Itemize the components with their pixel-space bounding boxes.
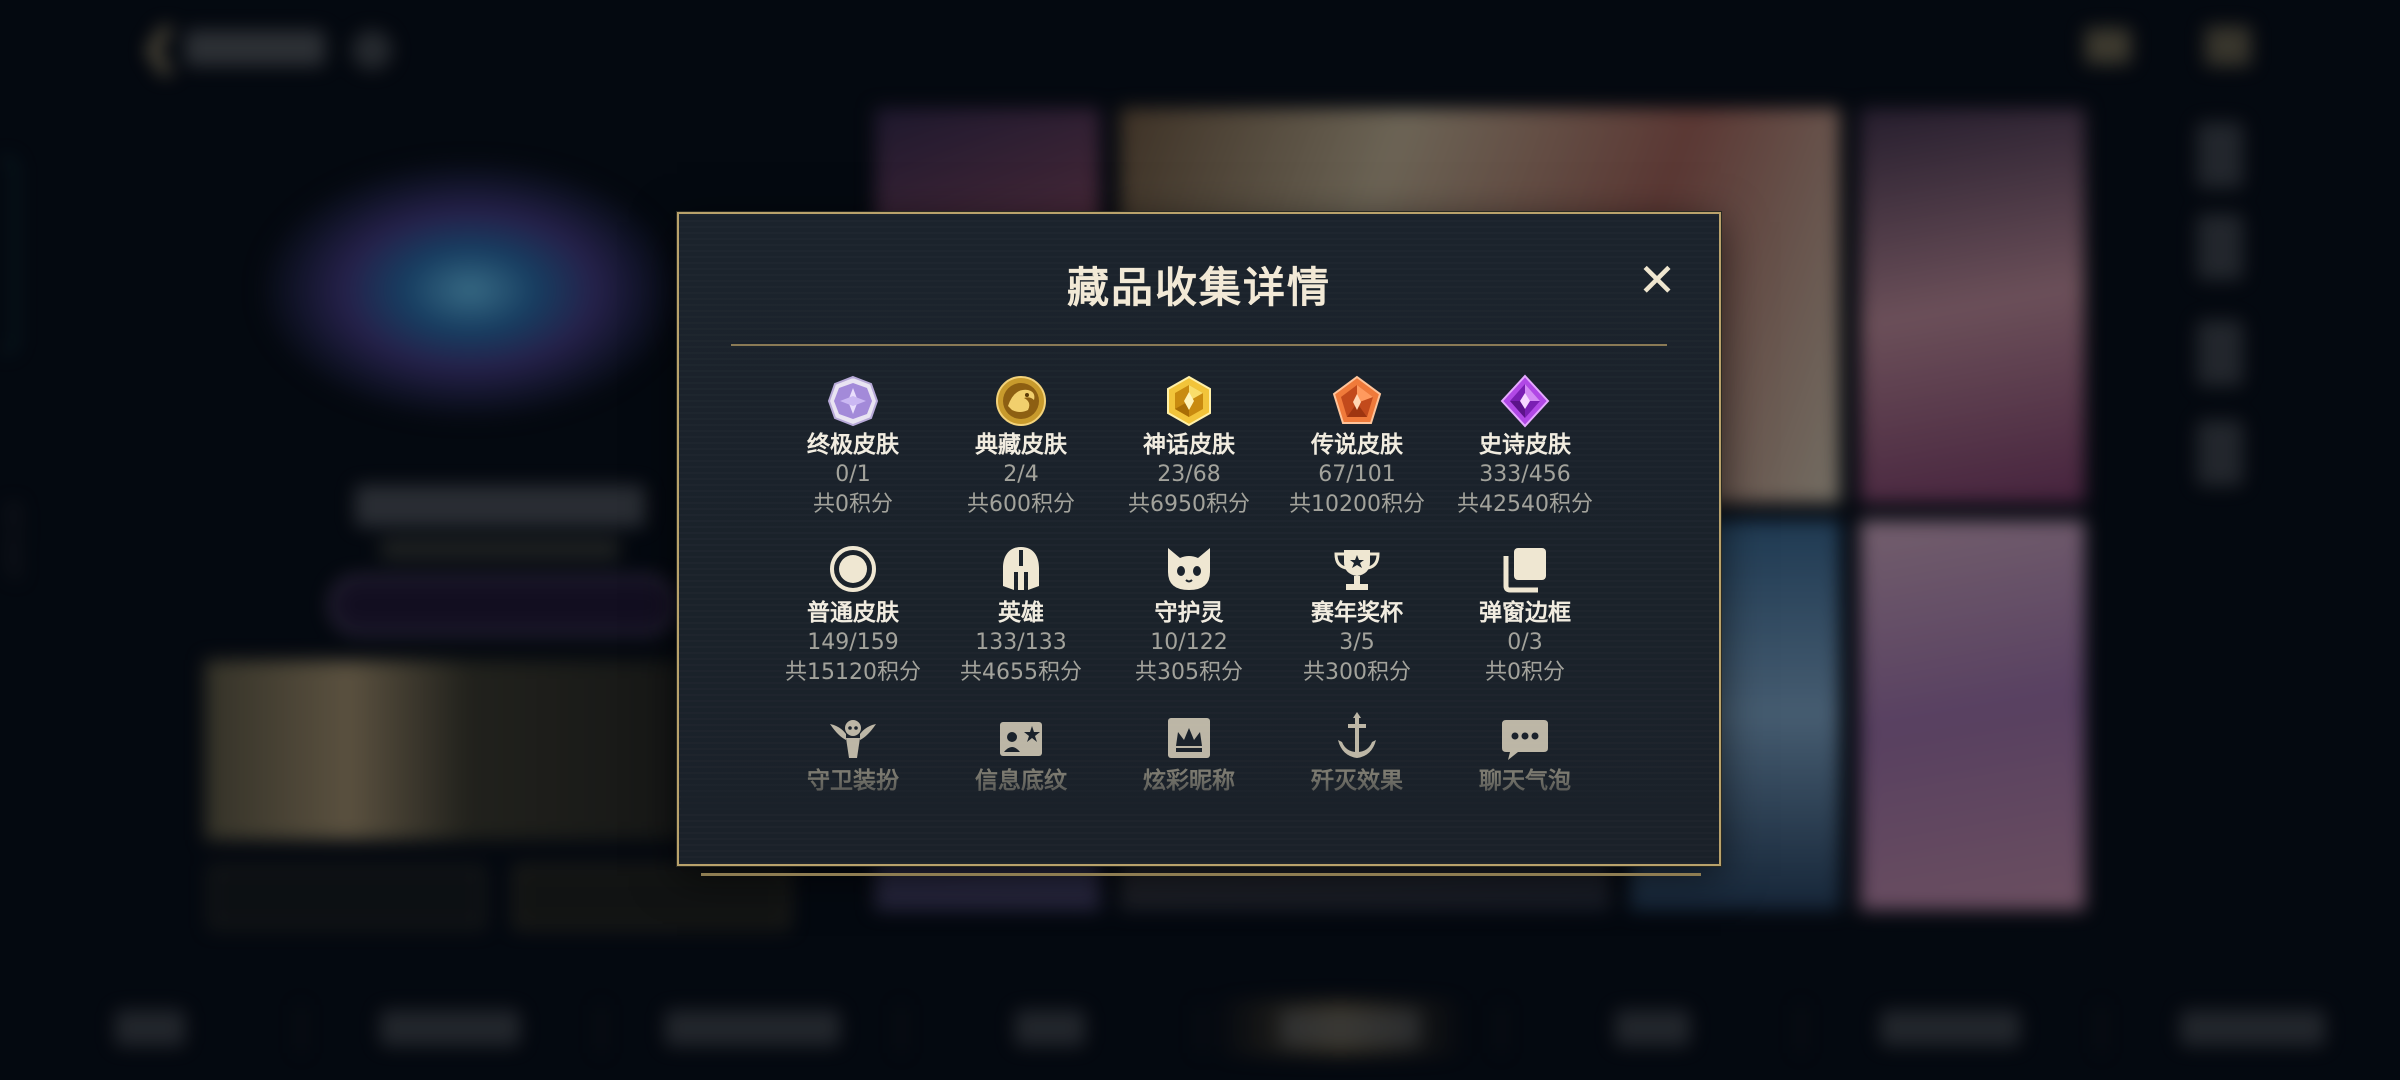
item-name: 赛年奖杯 (1311, 600, 1403, 626)
item-count: 0/3 (1507, 630, 1543, 655)
mythic-skin-icon (1167, 375, 1211, 427)
collection-item-collector-skin[interactable]: 典藏皮肤 2/4 共600积分 (937, 374, 1105, 524)
item-points: 共4655积分 (960, 660, 1082, 685)
item-name: 典藏皮肤 (975, 432, 1067, 458)
collection-item-legendary-skin[interactable]: 传说皮肤 67/101 共10200积分 (1273, 374, 1441, 524)
item-name: 传说皮肤 (1311, 432, 1403, 458)
item-points: 共300积分 (1303, 660, 1411, 685)
collection-item-ultimate-skin[interactable]: 终极皮肤 0/1 共0积分 (769, 374, 937, 524)
item-name: 英雄 (998, 600, 1044, 626)
dialog-title: 藏品收集详情 (1066, 263, 1331, 312)
item-count: 2/4 (1003, 462, 1039, 487)
hero-helmet-icon (1003, 547, 1039, 590)
chat-bubble-icon (1502, 720, 1548, 760)
scroll-fade (681, 774, 1717, 814)
screen: ❮ 3672447 藏品收集详情 ✕ 终极皮肤 0/1 共0积分 典藏皮肤 2/… (0, 0, 2400, 1080)
item-count: 0/1 (835, 462, 871, 487)
item-points: 共0积分 (813, 492, 893, 517)
colorful-nickname-icon (1168, 718, 1210, 758)
collection-item-epic-skin[interactable]: 史诗皮肤 333/456 共42540积分 (1441, 374, 1609, 524)
item-points: 共15120积分 (785, 660, 921, 685)
collection-item-mythic-skin[interactable]: 神话皮肤 23/68 共6950积分 (1105, 374, 1273, 524)
item-name: 守护灵 (1154, 600, 1224, 626)
epic-skin-icon (1500, 374, 1550, 428)
ultimate-skin-icon (827, 375, 879, 427)
item-points: 共10200积分 (1289, 492, 1425, 517)
guard-outfit-icon (830, 720, 876, 758)
guardian-spirit-icon (1168, 548, 1210, 590)
trophy-icon (1334, 550, 1380, 590)
item-points: 共0积分 (1485, 660, 1565, 685)
item-points: 共600积分 (967, 492, 1075, 517)
collection-item-season-trophy[interactable]: 赛年奖杯 3/5 共300积分 (1273, 542, 1441, 692)
item-points: 共305积分 (1135, 660, 1243, 685)
item-count: 149/159 (807, 630, 899, 655)
collection-item-popup-frame[interactable]: 弹窗边框 0/3 共0积分 (1441, 542, 1609, 692)
item-count: 67/101 (1318, 462, 1396, 487)
item-points: 共42540积分 (1457, 492, 1593, 517)
item-count: 333/456 (1479, 462, 1571, 487)
info-background-icon (1000, 722, 1042, 756)
item-count: 23/68 (1157, 462, 1221, 487)
item-name: 弹窗边框 (1479, 600, 1571, 626)
popup-frame-icon (1503, 548, 1546, 593)
annihilation-effect-icon (1338, 712, 1376, 758)
item-points: 共6950积分 (1128, 492, 1250, 517)
collection-item-hero[interactable]: 英雄 133/133 共4655积分 (937, 542, 1105, 692)
collection-item-normal-skin[interactable]: 普通皮肤 149/159 共15120积分 (769, 542, 937, 692)
item-name: 普通皮肤 (807, 600, 899, 626)
item-name: 终极皮肤 (807, 432, 899, 458)
normal-skin-icon (830, 546, 876, 592)
dialog-bottom-accent (701, 873, 1701, 876)
collection-item-guardian-spirit[interactable]: 守护灵 10/122 共305积分 (1105, 542, 1273, 692)
item-count: 3/5 (1339, 630, 1375, 655)
legendary-skin-icon (1332, 375, 1382, 424)
close-icon[interactable]: ✕ (1635, 257, 1679, 303)
item-count: 133/133 (975, 630, 1067, 655)
title-divider (731, 344, 1667, 346)
item-count: 10/122 (1150, 630, 1228, 655)
collection-details-dialog: 藏品收集详情 ✕ 终极皮肤 0/1 共0积分 典藏皮肤 2/4 共600积分 神… (677, 212, 1721, 876)
item-name: 神话皮肤 (1143, 432, 1235, 458)
collector-skin-icon (996, 376, 1046, 426)
item-name: 史诗皮肤 (1479, 432, 1571, 458)
